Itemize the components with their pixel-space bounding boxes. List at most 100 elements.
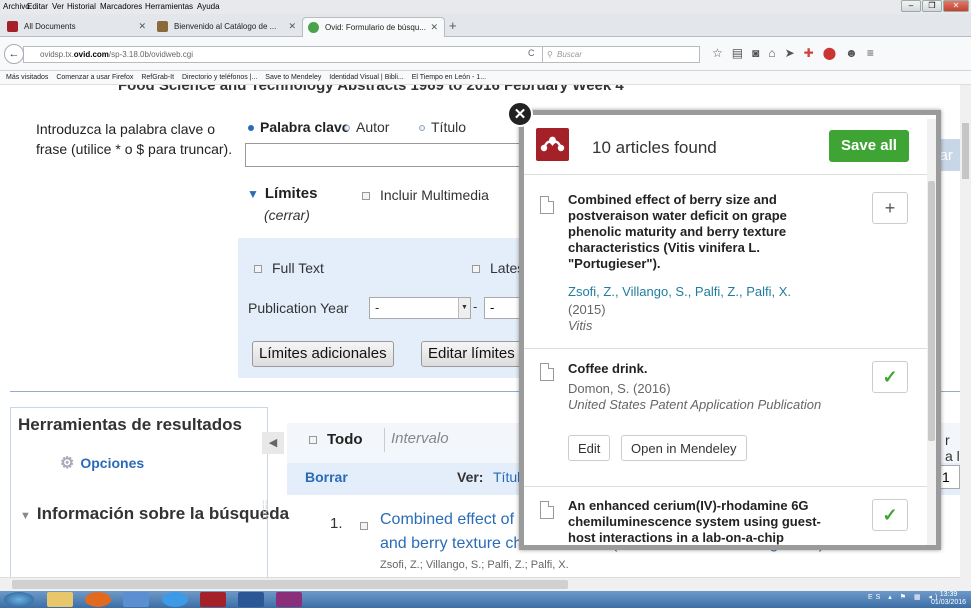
menu-ayuda[interactable]: Ayuda [197,2,220,11]
close-icon[interactable]: ✕ [430,22,438,33]
search-info-section[interactable]: ▼ Información sobre la búsqueda [20,503,289,527]
triangle-down-icon: ▼ [247,187,259,201]
saved-check-button[interactable]: ✓ [872,499,908,531]
result-checkbox[interactable] [360,517,378,535]
mendeley-icon[interactable] [200,592,226,607]
collapse-panel-button[interactable]: ◀ [262,432,284,454]
new-tab-button[interactable]: + [449,18,457,33]
mendeley-icon [7,21,18,32]
language-indicator[interactable]: ES [868,594,883,601]
bookmark-item[interactable]: Identidad Visual | Bibli... [329,74,403,81]
database-heading: Food Science and Technology Abstracts 19… [118,85,624,94]
word-icon[interactable] [238,592,264,607]
internet-explorer-icon[interactable] [162,592,188,607]
scroll-thumb[interactable] [928,181,935,441]
mendeley-logo-icon [536,128,569,161]
tab-catalogo[interactable]: Bienvenido al Catálogo de ... ✕ [152,17,302,37]
close-popup-icon[interactable]: ✕ [507,101,533,127]
results-tools-title: Herramientas de resultados [18,415,242,434]
full-text-checkbox[interactable]: Full Text [254,260,324,276]
maximize-button[interactable]: ❐ [922,0,942,12]
menu-ver[interactable]: Ver [52,2,64,11]
search-info-label: Información sobre la búsqueda [36,504,290,523]
start-button[interactable] [4,592,34,607]
document-icon [540,363,554,381]
clear-link[interactable]: Borrar [305,469,348,485]
open-in-mendeley-button[interactable]: Open in Mendeley [621,435,747,461]
checkbox-label: Full Text [272,260,324,276]
keyword-search-input[interactable] [245,143,545,167]
close-icon[interactable]: ✕ [138,21,146,32]
more-limits-button[interactable]: Límites adicionales [252,341,394,367]
radio-title[interactable]: Título [419,119,466,135]
clock[interactable]: 13:39 01/03/2016 [931,591,966,607]
add-article-button[interactable]: + [872,192,908,224]
bookmark-item[interactable]: Más visitados [6,74,48,81]
horizontal-scrollbar[interactable] [0,577,960,591]
multimedia-checkbox[interactable]: Incluir Multimedia [362,187,489,203]
pocket-icon[interactable]: ◙ [752,46,768,60]
bookmark-item[interactable]: Comenzar a usar Firefox [56,74,133,81]
app-icon[interactable] [123,592,149,607]
explorer-icon[interactable] [47,592,73,607]
minimize-button[interactable]: – [901,0,921,12]
vertical-scrollbar[interactable] [960,85,971,591]
limits-toggle[interactable]: ▼ Límites [247,185,317,202]
reload-icon[interactable]: C [528,48,535,58]
close-limits-link[interactable]: (cerrar) [264,207,310,223]
nav-bar: ovidsp.tx.ovid.com/sp-3.18.0b/ovidweb.cg… [0,37,971,71]
radio-keyword[interactable]: Palabra clave [248,119,350,135]
checkbox-icon [362,192,370,201]
send-icon[interactable]: ➤ [785,46,804,60]
url-bar[interactable]: ovidsp.tx.ovid.com/sp-3.18.0b/ovidweb.cg… [23,46,548,63]
range-input[interactable]: Intervalo [384,428,500,452]
save-all-button[interactable]: Save all [829,130,909,162]
window-close-button[interactable]: ✕ [943,0,969,12]
drag-handle-icon[interactable]: ⁞⁞ ⁞⁞ ⁞⁞ [262,501,268,523]
edit-limits-button[interactable]: Editar límites [421,341,531,367]
menu-icon[interactable]: ≡ [867,46,883,60]
toolbar-cutoff-text: r a l [945,432,960,464]
bookmark-item[interactable]: El Tiempo en León - 1... [412,74,486,81]
radio-author[interactable]: Autor [344,119,389,135]
close-icon[interactable]: ✕ [288,21,296,32]
saved-check-button[interactable]: ✓ [872,361,908,393]
tab-all-documents[interactable]: All Documents ✕ [2,17,152,37]
adblock-icon[interactable]: ⬤ [823,46,845,60]
bookmark-item[interactable]: RefGrab-It [141,74,174,81]
radio-icon [344,125,350,132]
year-from-select[interactable]: - ▼ [369,297,471,319]
article-authors[interactable]: Zsofi, Z., Villango, S., Palfi, Z., Palf… [568,284,791,299]
browser-search-input[interactable]: ⚲ Buscar [542,46,700,63]
addon-icon[interactable]: ✚ [804,46,823,60]
home-icon[interactable]: ⌂ [768,46,784,60]
firefox-icon[interactable] [85,592,111,607]
edit-button[interactable]: Edit [568,435,611,461]
tab-ovid[interactable]: Ovid: Formulario de búsqu... ✕ [302,17,445,37]
publication-year-label: Publication Year [248,300,349,316]
menu-archivo[interactable]: Archivo [3,2,30,11]
popup-scrollbar[interactable] [927,119,936,545]
winrar-icon[interactable] [276,592,302,607]
scroll-thumb[interactable] [12,580,568,589]
menu-herramientas[interactable]: Herramientas [145,2,193,11]
options-link[interactable]: ⚙ Opciones [60,453,144,473]
mendeley-importer-popup: 10 articles found Save all Combined effe… [519,110,941,550]
sync-icon[interactable]: ☻ [845,46,867,60]
menu-marcadores[interactable]: Marcadores [100,2,142,11]
select-all-checkbox[interactable]: Todo [309,431,363,448]
system-tray[interactable]: ES ▴ ⚑ ▦ ◂) [868,593,940,601]
bookmark-item[interactable]: Directorio y teléfonos |... [182,74,257,81]
select-value: - [375,300,380,315]
bookmark-item[interactable]: Save to Mendeley [265,74,321,81]
scroll-thumb[interactable] [962,123,969,179]
menu-historial[interactable]: Historial [67,2,96,11]
radio-icon [419,125,425,132]
popup-header: 10 articles found Save all [524,115,936,175]
bookmark-star-icon[interactable]: ☆ [712,46,732,60]
library-icon[interactable]: ▤ [732,46,752,60]
menu-editar[interactable]: Editar [27,2,48,11]
article-list: Combined effect of berry size and postve… [524,176,927,545]
list-item: Coffee drink. Domon, S. (2016) United St… [524,349,927,487]
back-button[interactable]: ← [4,44,24,64]
